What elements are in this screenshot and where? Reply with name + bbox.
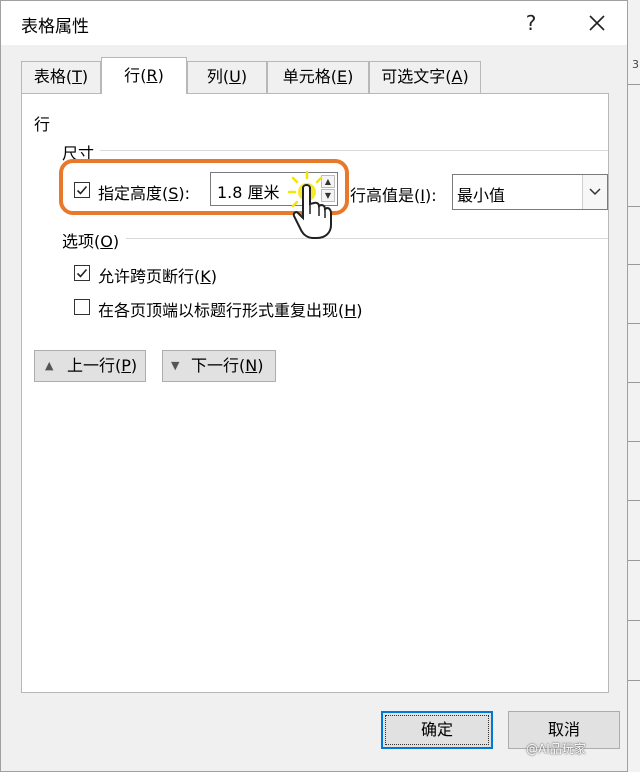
tab-cell[interactable]: 单元格(E) xyxy=(267,61,369,93)
background-digit: 3 xyxy=(632,58,639,71)
tab-column[interactable]: 列(U) xyxy=(187,61,267,93)
chevron-down-icon xyxy=(589,188,601,196)
options-separator xyxy=(126,238,608,239)
size-separator xyxy=(100,150,608,151)
allow-row-break-checkbox[interactable] xyxy=(74,265,90,281)
tab-table[interactable]: 表格(T) xyxy=(21,61,101,93)
row-heading: 行 xyxy=(34,115,51,134)
row-height-is-label: 行高值是(I): xyxy=(350,186,437,205)
checkmark-icon xyxy=(76,268,88,278)
repeat-header-row-label: 在各页顶端以标题行形式重复出现(H) xyxy=(98,301,363,320)
dialog-title: 表格属性 xyxy=(21,17,89,37)
row-height-mode-select[interactable]: 最小值 xyxy=(452,174,608,210)
table-properties-dialog: 表格属性 ? 表格(T) 行(R) 列(U) 单元格(E) 可选文字(A) 行 … xyxy=(0,0,628,772)
close-icon xyxy=(589,15,605,31)
triangle-down-icon: ▼ xyxy=(171,359,180,372)
repeat-header-row-checkbox[interactable] xyxy=(74,299,90,315)
help-button[interactable]: ? xyxy=(513,7,549,39)
click-glow-icon xyxy=(287,170,332,239)
watermark: @AI品玩家 xyxy=(526,742,586,756)
dropdown-button[interactable] xyxy=(582,175,607,209)
next-row-button[interactable]: ▼ 下一行(N) xyxy=(162,350,276,382)
tab-row[interactable]: 行(R) xyxy=(101,57,187,94)
ok-button[interactable]: 确定 xyxy=(381,711,493,749)
row-height-mode-value: 最小值 xyxy=(457,186,506,205)
options-section-legend: 选项(O) xyxy=(62,232,120,251)
triangle-up-icon: ▲ xyxy=(45,359,54,372)
tab-alt-text[interactable]: 可选文字(A) xyxy=(369,61,481,93)
previous-row-button[interactable]: ▲ 上一行(P) xyxy=(34,350,146,382)
close-button[interactable] xyxy=(577,7,617,39)
hand-pointer-cursor xyxy=(283,170,355,246)
allow-row-break-label: 允许跨页断行(K) xyxy=(98,267,218,286)
title-bar: 表格属性 ? xyxy=(1,1,627,45)
